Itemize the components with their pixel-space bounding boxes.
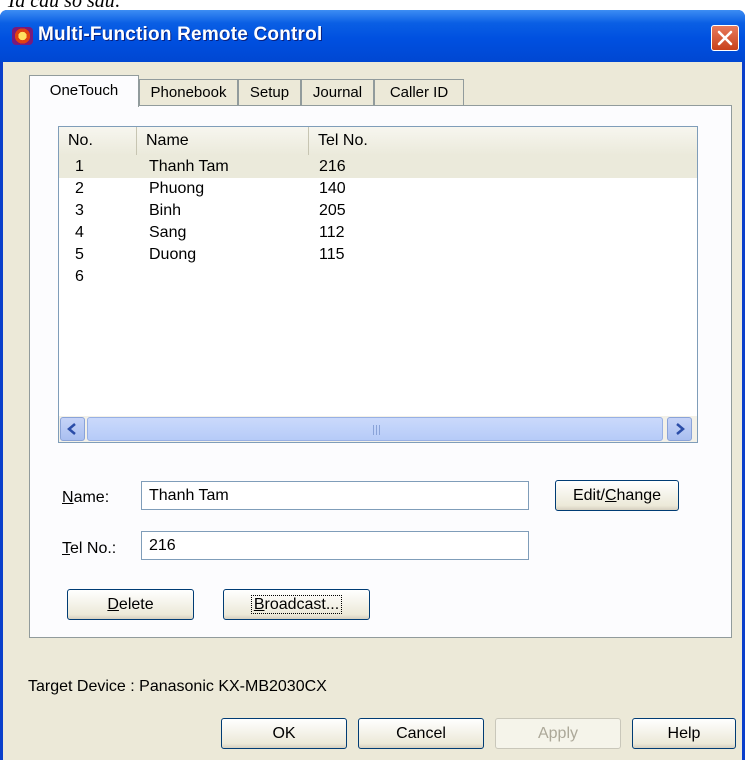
list-rows: 1 Thanh Tam 216 2 Phuong 140 3 Binh 205 4 Sang 112 5…	[59, 156, 697, 288]
delete-button[interactable]: Delete	[67, 589, 194, 620]
list-cell-no: 3	[75, 202, 84, 219]
list-cell-name: Phuong	[149, 180, 205, 197]
tab-phonebook[interactable]: Phonebook	[139, 79, 238, 106]
tab-setup[interactable]: Setup	[238, 79, 301, 106]
list-cell-no: 6	[75, 268, 84, 285]
onetouch-list[interactable]: No. Name Tel No. 1 Thanh Tam 216 2 Phuong 140…	[58, 126, 698, 443]
list-cell-no: 1	[75, 158, 84, 175]
tel-no-label: Tel No.:	[62, 540, 117, 557]
column-header-tel[interactable]: Tel No.	[309, 127, 697, 155]
scroll-right-button[interactable]	[667, 417, 692, 441]
column-header-name[interactable]: Name	[137, 127, 309, 155]
chevron-left-icon	[67, 423, 76, 435]
list-cell-tel: 115	[319, 246, 345, 263]
list-cell-name: Duong	[149, 246, 197, 263]
name-label: Name:	[62, 489, 110, 506]
dialog-window: Multi-Function Remote Control OneTouch P…	[0, 10, 745, 760]
cancel-button[interactable]: Cancel	[358, 718, 484, 749]
list-cell-no: 4	[75, 224, 84, 241]
horizontal-scrollbar[interactable]	[59, 416, 697, 442]
list-cell-no: 2	[75, 180, 84, 197]
list-cell-name: Binh	[149, 202, 182, 219]
help-button[interactable]: Help	[632, 718, 736, 749]
broadcast-button[interactable]: Broadcast...	[223, 589, 370, 620]
list-item[interactable]: 1 Thanh Tam 216	[59, 156, 697, 178]
scroll-thumb[interactable]	[87, 417, 663, 441]
tab-caller-id[interactable]: Caller ID	[374, 79, 464, 106]
chevron-right-icon	[676, 423, 685, 435]
close-button[interactable]	[711, 25, 739, 51]
tab-onetouch[interactable]: OneTouch	[29, 75, 139, 107]
list-item[interactable]: 4 Sang 112	[59, 222, 697, 244]
app-icon	[12, 27, 33, 45]
apply-button[interactable]: Apply	[495, 718, 621, 749]
list-cell-tel: 140	[319, 180, 346, 197]
list-cell-tel: 216	[319, 158, 346, 175]
tel-no-input[interactable]: 216	[141, 531, 529, 560]
window-title: Multi-Function Remote Control	[38, 24, 323, 45]
list-item[interactable]: 3 Binh 205	[59, 200, 697, 222]
list-header: No. Name Tel No.	[59, 127, 697, 157]
scroll-left-button[interactable]	[60, 417, 85, 441]
close-icon	[717, 30, 733, 46]
ok-button[interactable]: OK	[221, 718, 347, 749]
edit-change-button[interactable]: Edit/Change	[555, 480, 679, 511]
list-cell-tel: 112	[319, 224, 345, 241]
list-item[interactable]: 5 Duong 115	[59, 244, 697, 266]
onetouch-panel: No. Name Tel No. 1 Thanh Tam 216 2 Phuong 140…	[29, 105, 732, 638]
column-header-no[interactable]: No.	[59, 127, 137, 155]
list-item[interactable]: 6	[59, 266, 697, 288]
dialog-client-area: OneTouch Phonebook Setup Journal Caller …	[3, 62, 742, 760]
tab-journal[interactable]: Journal	[301, 79, 374, 106]
list-cell-name: Sang	[149, 224, 187, 241]
list-cell-name: Thanh Tam	[149, 158, 229, 175]
target-device-text: Target Device : Panasonic KX-MB2030CX	[28, 678, 327, 695]
name-input[interactable]: Thanh Tam	[141, 481, 529, 510]
title-bar[interactable]: Multi-Function Remote Control	[0, 10, 745, 62]
list-item[interactable]: 2 Phuong 140	[59, 178, 697, 200]
list-cell-tel: 205	[319, 202, 346, 219]
list-cell-no: 5	[75, 246, 84, 263]
